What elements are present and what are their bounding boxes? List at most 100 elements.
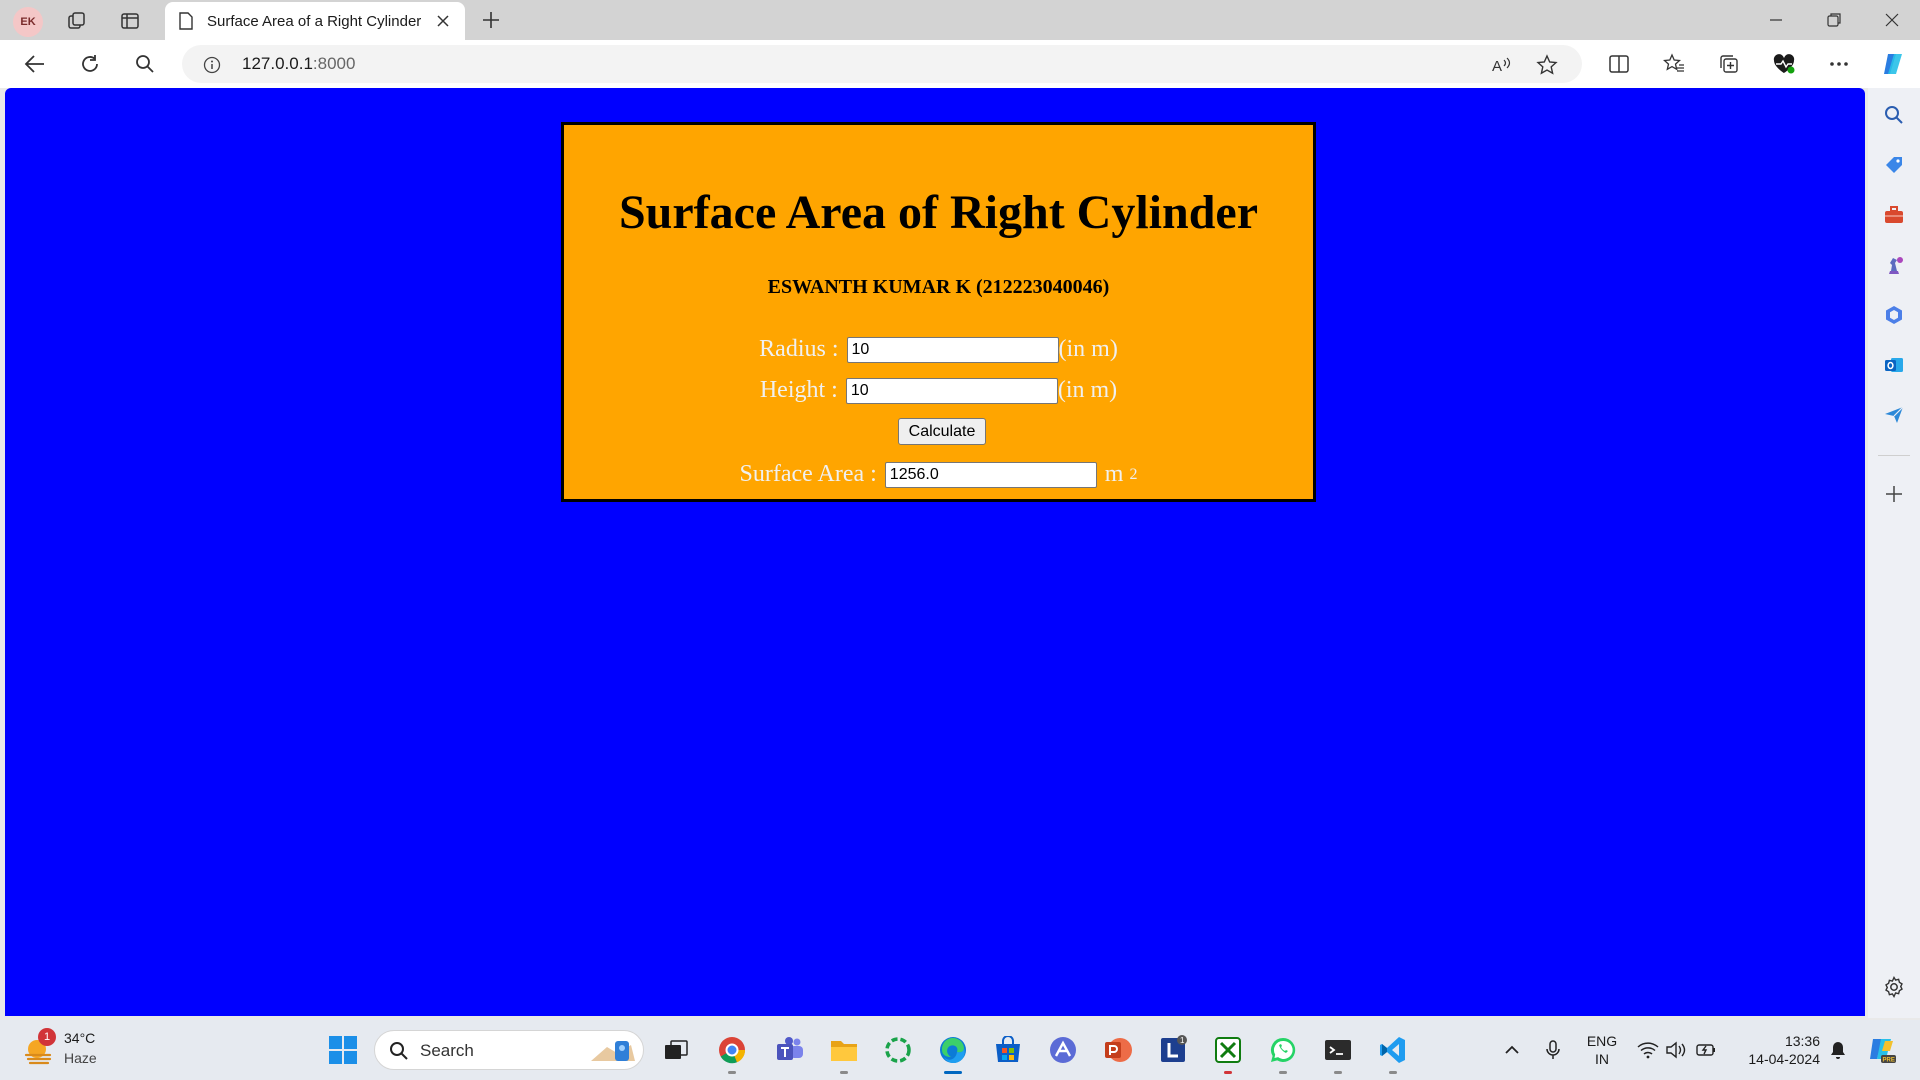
height-label: Height :: [759, 377, 838, 403]
wifi-icon[interactable]: [1636, 1038, 1660, 1062]
volume-icon[interactable]: [1664, 1038, 1688, 1062]
copilot-preview-icon[interactable]: PRE: [1866, 1034, 1898, 1066]
height-row: Height : 10 (in m): [564, 377, 1313, 404]
xbox-icon[interactable]: [1210, 1032, 1246, 1074]
clock-date: 14-04-2024: [1748, 1051, 1820, 1067]
battery-charging-icon[interactable]: [1694, 1038, 1718, 1062]
lang-code: ENG: [1586, 1033, 1618, 1049]
sidebar-divider: [1878, 455, 1910, 456]
site-info-icon[interactable]: [202, 55, 222, 75]
running-indicator: [840, 1071, 848, 1074]
read-aloud-icon[interactable]: A: [1487, 50, 1517, 80]
edge-icon[interactable]: [935, 1032, 971, 1074]
sidebar-search-icon[interactable]: [1881, 102, 1907, 128]
radius-input[interactable]: 10: [846, 336, 1059, 363]
send-icon[interactable]: [1881, 402, 1907, 428]
taskbar-search-box[interactable]: Search: [374, 1030, 644, 1070]
games-chess-icon[interactable]: [1881, 252, 1907, 278]
minimize-button[interactable]: [1756, 6, 1796, 34]
taskbar-search-icon: [390, 1042, 408, 1060]
taskbar: 1 34°C Haze Search 1 ENG IN 13:36 14-04-…: [0, 1020, 1920, 1080]
browser-essentials-icon[interactable]: [1769, 49, 1799, 79]
url-port: :8000: [312, 54, 356, 73]
profile-avatar[interactable]: EK: [13, 7, 43, 37]
add-sidebar-app-icon[interactable]: [1881, 481, 1907, 507]
notification-bell-icon[interactable]: [1826, 1038, 1850, 1062]
restore-button[interactable]: [1814, 6, 1854, 34]
microsoft-store-icon[interactable]: [990, 1032, 1026, 1068]
start-windows-icon[interactable]: [328, 1035, 358, 1065]
microphone-icon[interactable]: [1541, 1038, 1565, 1062]
arc-icon[interactable]: [1045, 1032, 1081, 1068]
page-heading: Surface Area of Right Cylinder: [618, 186, 1259, 239]
whatsapp-icon[interactable]: [1265, 1032, 1301, 1074]
radius-label: Radius :: [759, 336, 839, 362]
task-view-icon[interactable]: [658, 1032, 694, 1068]
browser-sidebar: [1868, 88, 1920, 1018]
close-window-button[interactable]: [1872, 6, 1912, 34]
vertical-tabs-icon[interactable]: [117, 8, 143, 34]
weather-alert-badge: 1: [38, 1028, 56, 1046]
radius-row: Radius : 10 (in m): [564, 336, 1313, 363]
file-explorer-icon[interactable]: [826, 1032, 862, 1074]
new-tab-button[interactable]: [478, 7, 504, 33]
search-icon[interactable]: [130, 49, 160, 79]
split-screen-icon[interactable]: [1604, 49, 1634, 79]
address-bar[interactable]: 127.0.0.1:8000 A: [182, 45, 1582, 83]
running-indicator: [728, 1071, 736, 1074]
refresh-button[interactable]: [75, 49, 105, 79]
height-input[interactable]: 10: [845, 377, 1058, 404]
system-clock[interactable]: 13:36 14-04-2024: [1730, 1032, 1820, 1068]
more-options-icon[interactable]: [1824, 49, 1854, 79]
running-indicator: [1389, 1071, 1397, 1074]
taskbar-search-placeholder: Search: [420, 1041, 474, 1060]
refresh-app-icon[interactable]: [880, 1032, 916, 1068]
weather-condition[interactable]: Haze: [64, 1050, 97, 1066]
sidebar-settings-icon[interactable]: [1881, 974, 1907, 1000]
active-tab[interactable]: Surface Area of a Right Cylinder: [165, 2, 465, 40]
workspaces-icon[interactable]: [64, 8, 90, 34]
vscode-icon[interactable]: [1375, 1032, 1411, 1074]
lang-region: IN: [1595, 1051, 1609, 1067]
microsoft-365-icon[interactable]: [1881, 302, 1907, 328]
search-highlight-icon: [591, 1041, 635, 1061]
tab-title: Surface Area of a Right Cylinder: [207, 12, 422, 30]
input-language[interactable]: ENG IN: [1584, 1032, 1620, 1068]
back-button[interactable]: [20, 49, 50, 79]
terminal-icon[interactable]: [1320, 1032, 1356, 1074]
collections-icon[interactable]: [1714, 49, 1744, 79]
powerpoint-icon[interactable]: [1100, 1032, 1136, 1068]
running-indicator: [1224, 1071, 1232, 1074]
surface-area-row: Surface Area : 1256.0 m2: [564, 461, 1313, 488]
surface-area-unit-exponent: 2: [1129, 465, 1138, 483]
calculator-card: Surface Area of Right Cylinder ESWANTH K…: [561, 122, 1316, 502]
shopping-tag-icon[interactable]: [1881, 152, 1907, 178]
favorites-icon[interactable]: [1659, 49, 1689, 79]
page-viewport: Surface Area of Right Cylinder ESWANTH K…: [5, 88, 1865, 1016]
chrome-icon[interactable]: [714, 1032, 750, 1074]
browser-tab-bar: EK Surface Area of a Right Cylinder: [0, 0, 1920, 40]
running-indicator: [1334, 1071, 1342, 1074]
url-text: 127.0.0.1:8000: [242, 54, 355, 74]
navigation-bar: 127.0.0.1:8000 A: [0, 40, 1920, 88]
url-host: 127.0.0.1: [242, 54, 313, 73]
page-icon: [179, 11, 195, 31]
surface-area-output[interactable]: 1256.0: [884, 461, 1097, 488]
copilot-icon[interactable]: [1878, 49, 1908, 79]
clock-time: 13:36: [1784, 1033, 1820, 1049]
student-name: ESWANTH KUMAR K (212223040046): [767, 276, 1110, 298]
running-indicator: [1279, 1071, 1287, 1074]
teams-icon[interactable]: [772, 1032, 808, 1068]
favorite-star-icon[interactable]: [1532, 50, 1562, 80]
lens-badge-text: 1: [1180, 1036, 1185, 1045]
tab-close-icon[interactable]: [433, 11, 453, 31]
svg-text:A: A: [1492, 58, 1502, 75]
show-hidden-icons-chevron-icon[interactable]: [1500, 1038, 1524, 1062]
surface-area-unit: m: [1104, 461, 1124, 487]
calculate-button[interactable]: Calculate: [898, 418, 986, 445]
outlook-icon[interactable]: [1881, 352, 1907, 378]
lens-icon[interactable]: 1: [1155, 1032, 1191, 1068]
weather-temperature[interactable]: 34°C: [64, 1030, 95, 1046]
height-unit: (in m): [1057, 377, 1118, 403]
tools-briefcase-icon[interactable]: [1881, 202, 1907, 228]
